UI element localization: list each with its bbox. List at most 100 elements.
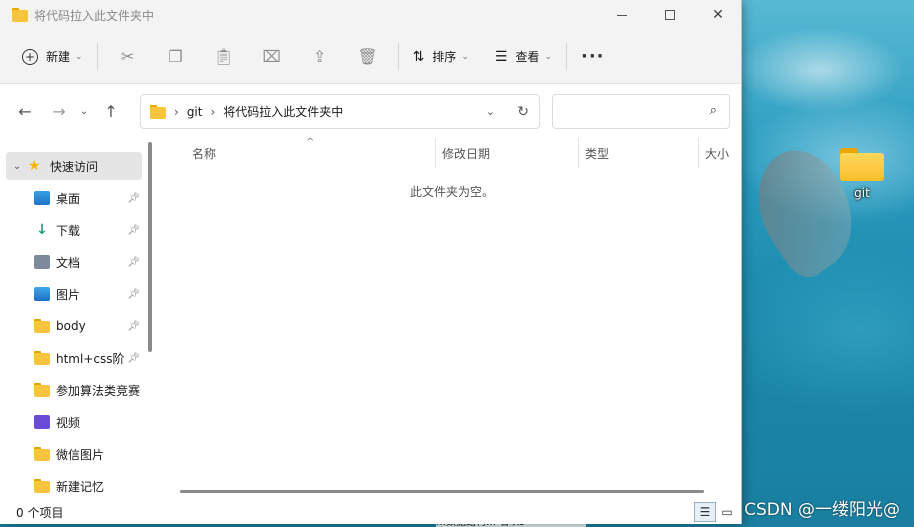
sidebar-item-label: 新建记忆 bbox=[56, 479, 105, 494]
sidebar-item-quick-access[interactable]: ⌄ ★ 快速访问 bbox=[6, 152, 142, 180]
folder-icon bbox=[34, 479, 50, 493]
search-icon: ⌕ bbox=[709, 103, 717, 118]
star-icon: ★ bbox=[28, 158, 41, 174]
desktop-icon bbox=[34, 191, 50, 205]
back-button[interactable]: ← bbox=[10, 102, 40, 121]
file-explorer-window: 将代码拉入此文件夹中 ✕ + 新建 ⌄ ✂ ❐ 📋︎ ⌧ ⇪ 🗑︎ ⇅ 排序 ⌄… bbox=[0, 0, 742, 524]
sidebar-item-label: 微信图片 bbox=[56, 447, 105, 462]
paste-icon: 📋︎ bbox=[213, 47, 234, 66]
navigation-pane: ⌄ ★ 快速访问 桌面 📌︎ ↓ 下载 📌︎ 文档 📌︎ 图片 📌︎ body bbox=[0, 138, 158, 500]
sidebar-item-label: html+css阶 bbox=[56, 351, 125, 366]
up-button[interactable]: ↑ bbox=[96, 102, 126, 121]
command-bar: + 新建 ⌄ ✂ ❐ 📋︎ ⌧ ⇪ 🗑︎ ⇅ 排序 ⌄ ☰ 查看 ⌄ ··· bbox=[0, 30, 741, 84]
chevron-right-icon: › bbox=[174, 104, 179, 119]
rename-button[interactable]: ⌧ bbox=[248, 40, 296, 74]
folder-icon bbox=[12, 8, 28, 22]
column-header-label: 大小 bbox=[705, 146, 730, 161]
maximize-button[interactable] bbox=[646, 0, 694, 30]
close-icon: ✕ bbox=[712, 7, 724, 23]
title-bar: 将代码拉入此文件夹中 ✕ bbox=[0, 0, 741, 30]
pin-icon: 📌︎ bbox=[127, 320, 140, 332]
pin-icon: 📌︎ bbox=[127, 352, 140, 364]
minimize-button[interactable] bbox=[598, 0, 646, 30]
desktop-folder-label: git bbox=[854, 186, 870, 200]
sidebar-item-algorithm-contest[interactable]: 参加算法类竞赛 bbox=[34, 376, 142, 404]
column-header-type[interactable]: 类型 bbox=[578, 138, 698, 168]
refresh-icon[interactable]: ↻ bbox=[517, 104, 529, 120]
video-icon bbox=[34, 415, 50, 429]
paste-button[interactable]: 📋︎ bbox=[200, 40, 248, 74]
search-box[interactable]: ⌕ bbox=[552, 94, 730, 129]
column-headers: ^ 名称 修改日期 类型 大小 bbox=[162, 137, 741, 168]
view-button[interactable]: ☰ 查看 ⌄ bbox=[487, 40, 560, 74]
desktop-folder-git[interactable]: git bbox=[836, 148, 888, 200]
address-bar[interactable]: › git › 将代码拉入此文件夹中 ⌄ ↻ bbox=[140, 94, 540, 129]
window-title: 将代码拉入此文件夹中 bbox=[34, 8, 155, 23]
sidebar-item-wechat-pictures[interactable]: 微信图片 bbox=[34, 440, 142, 468]
item-count: 0 个项目 bbox=[16, 505, 64, 520]
chevron-down-icon: ⌄ bbox=[544, 51, 552, 62]
share-button[interactable]: ⇪ bbox=[296, 40, 344, 74]
file-list-pane: ^ 名称 修改日期 类型 大小 此文件夹为空。 bbox=[162, 137, 741, 500]
column-header-label: 类型 bbox=[585, 146, 610, 161]
delete-button[interactable]: 🗑︎ bbox=[344, 40, 392, 74]
column-header-name[interactable]: 名称 bbox=[186, 138, 436, 168]
pin-icon: 📌︎ bbox=[127, 288, 140, 300]
horizontal-scrollbar[interactable] bbox=[180, 490, 704, 493]
forward-button[interactable]: → bbox=[44, 102, 74, 121]
sidebar-item-label: 桌面 bbox=[56, 191, 81, 206]
plus-circle-icon: + bbox=[22, 48, 38, 65]
search-input[interactable] bbox=[561, 95, 701, 128]
arrow-right-icon: → bbox=[52, 101, 66, 121]
download-icon: ↓ bbox=[36, 222, 48, 238]
breadcrumb-current-folder[interactable]: 将代码拉入此文件夹中 bbox=[223, 103, 343, 120]
sidebar-item-desktop[interactable]: 桌面 📌︎ bbox=[34, 184, 142, 212]
column-header-label: 修改日期 bbox=[442, 146, 491, 161]
minimize-icon bbox=[617, 14, 627, 16]
column-header-size[interactable]: 大小 bbox=[698, 138, 741, 168]
copy-button[interactable]: ❐ bbox=[152, 40, 200, 74]
maximize-icon bbox=[665, 10, 675, 20]
cut-button[interactable]: ✂ bbox=[104, 40, 152, 74]
arrow-left-icon: ← bbox=[18, 101, 32, 121]
pin-icon: 📌︎ bbox=[127, 224, 140, 236]
column-header-modified[interactable]: 修改日期 bbox=[435, 138, 579, 168]
sidebar-item-videos[interactable]: 视频 bbox=[34, 408, 142, 436]
sidebar-item-label: 快速访问 bbox=[50, 159, 99, 174]
rename-icon: ⌧ bbox=[262, 47, 281, 66]
new-button[interactable]: + 新建 ⌄ bbox=[14, 40, 91, 74]
sidebar-item-html-css[interactable]: html+css阶 📌︎ bbox=[34, 344, 142, 372]
copy-icon: ❐ bbox=[168, 47, 183, 66]
close-button[interactable]: ✕ bbox=[694, 0, 741, 30]
pictures-icon bbox=[34, 287, 50, 301]
more-options-button[interactable]: ··· bbox=[573, 40, 613, 74]
sidebar-item-label: 视频 bbox=[56, 415, 81, 430]
large-icons-view-icon: ▭ bbox=[721, 505, 733, 519]
toolbar-divider bbox=[397, 42, 399, 71]
sidebar-scrollbar[interactable] bbox=[148, 142, 152, 352]
sidebar-item-documents[interactable]: 文档 📌︎ bbox=[34, 248, 142, 276]
folder-icon bbox=[34, 351, 50, 365]
folder-icon bbox=[840, 148, 884, 181]
recent-locations-button[interactable]: ⌄ bbox=[74, 106, 94, 117]
breadcrumb-git[interactable]: git bbox=[187, 105, 203, 119]
details-view-icon: ☰ bbox=[699, 505, 711, 519]
empty-folder-message: 此文件夹为空。 bbox=[409, 185, 494, 199]
pin-icon: 📌︎ bbox=[127, 192, 140, 204]
large-icons-view-button[interactable]: ▭ bbox=[716, 502, 738, 522]
sidebar-item-label: 图片 bbox=[56, 287, 81, 302]
sort-icon: ⇅ bbox=[412, 48, 425, 65]
folder-icon bbox=[34, 319, 50, 333]
sidebar-item-label: 下载 bbox=[56, 223, 81, 238]
details-view-button[interactable]: ☰ bbox=[694, 502, 716, 522]
sidebar-item-downloads[interactable]: ↓ 下载 📌︎ bbox=[34, 216, 142, 244]
sidebar-item-body[interactable]: body 📌︎ bbox=[34, 312, 142, 340]
address-dropdown-icon[interactable]: ⌄ bbox=[486, 105, 495, 118]
sidebar-item-label: 参加算法类竞赛 bbox=[56, 383, 141, 398]
sidebar-item-new-memory[interactable]: 新建记忆 bbox=[34, 472, 142, 500]
sidebar-item-pictures[interactable]: 图片 📌︎ bbox=[34, 280, 142, 308]
folder-icon bbox=[34, 447, 50, 461]
sort-button[interactable]: ⇅ 排序 ⌄ bbox=[405, 40, 477, 74]
toolbar-divider bbox=[565, 42, 567, 71]
share-icon: ⇪ bbox=[312, 47, 327, 66]
